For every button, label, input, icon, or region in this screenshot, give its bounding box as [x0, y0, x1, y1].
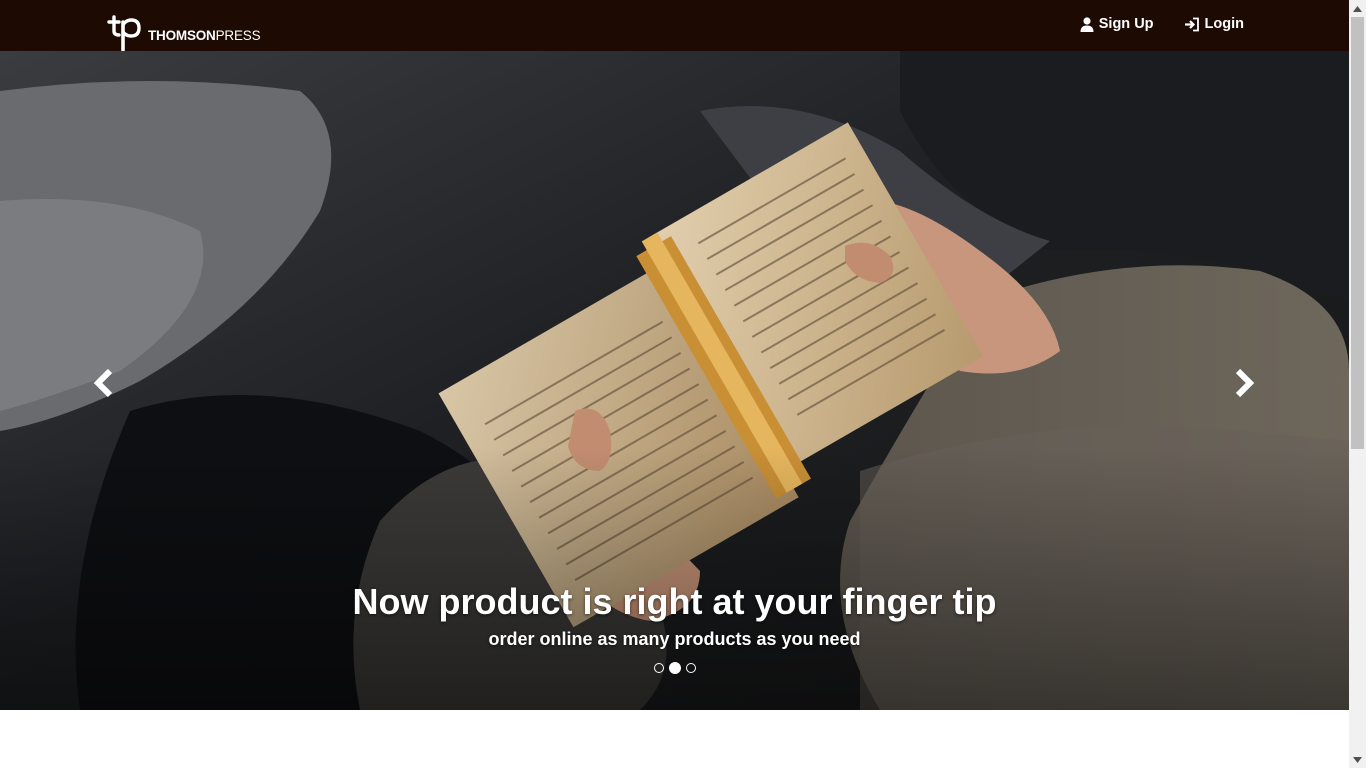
chevron-left-icon	[93, 368, 115, 402]
carousel-caption-subtitle: order online as many products as you nee…	[488, 629, 861, 649]
login-link[interactable]: Login	[1184, 16, 1244, 32]
scroll-down-arrow-icon[interactable]	[1349, 751, 1366, 768]
sign-up-label: Sign Up	[1098, 16, 1154, 32]
login-icon	[1184, 17, 1200, 32]
carousel-caption-title: Now product is right at your finger tip	[352, 581, 997, 622]
carousel-indicator-2[interactable]	[668, 662, 681, 674]
hero-carousel: Now product is right at your finger tip …	[0, 51, 1349, 710]
carousel-next-button[interactable]	[1224, 363, 1264, 407]
carousel-indicator-3[interactable]	[685, 663, 696, 673]
carousel-indicators	[0, 662, 1349, 674]
user-icon	[1080, 16, 1094, 32]
carousel-indicator-1[interactable]	[653, 663, 664, 673]
brand-logo-link[interactable]: THOMSONPRESS	[106, 14, 261, 52]
login-label: Login	[1204, 16, 1244, 32]
chevron-right-icon	[1233, 368, 1255, 402]
carousel-prev-button[interactable]	[84, 363, 124, 407]
scrollbar-thumb[interactable]	[1351, 17, 1364, 449]
brand-name: THOMSONPRESS	[148, 28, 261, 43]
tp-monogram-icon	[106, 14, 142, 52]
nav-links: Sign Up Login	[1080, 16, 1244, 32]
top-navbar: THOMSONPRESS Sign Up Login	[0, 0, 1349, 52]
sign-up-link[interactable]: Sign Up	[1080, 16, 1154, 32]
scroll-up-arrow-icon[interactable]	[1349, 0, 1366, 17]
page-scrollbar[interactable]	[1349, 0, 1366, 768]
